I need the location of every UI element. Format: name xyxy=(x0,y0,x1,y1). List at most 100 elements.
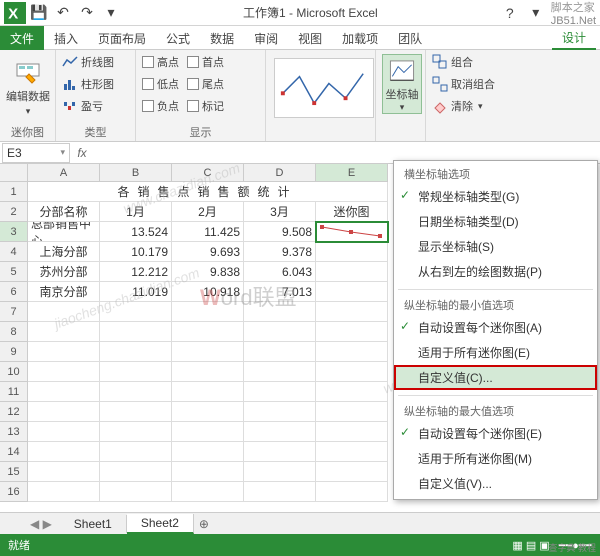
cell[interactable] xyxy=(100,402,172,422)
menu-item-max-all[interactable]: 适用于所有迷你图(M) xyxy=(394,446,597,471)
cell[interactable] xyxy=(100,422,172,442)
cell[interactable]: 2月 xyxy=(172,202,244,222)
row-header[interactable]: 13 xyxy=(0,422,28,442)
select-all-corner[interactable] xyxy=(0,164,28,182)
cell[interactable] xyxy=(100,442,172,462)
cell[interactable]: 7.013 xyxy=(244,282,316,302)
row-header[interactable]: 7 xyxy=(0,302,28,322)
help-icon[interactable]: ? xyxy=(499,2,521,24)
cell[interactable] xyxy=(172,442,244,462)
excel-icon[interactable]: X xyxy=(4,2,26,24)
cell[interactable]: 11.019 xyxy=(100,282,172,302)
sparkline-winloss-button[interactable]: 盈亏 xyxy=(62,96,129,116)
cell[interactable] xyxy=(28,422,100,442)
cell[interactable] xyxy=(172,362,244,382)
cell[interactable] xyxy=(100,482,172,502)
row-header[interactable]: 3 xyxy=(0,222,28,242)
sheet-nav-icon[interactable]: ◀ ▶ xyxy=(30,517,52,531)
low-point-checkbox[interactable]: 低点 xyxy=(142,74,179,94)
col-header[interactable]: E xyxy=(316,164,388,182)
cell[interactable] xyxy=(244,342,316,362)
add-sheet-button[interactable]: ⊕ xyxy=(194,517,214,531)
menu-item-axis-date[interactable]: 日期坐标轴类型(D) xyxy=(394,209,597,234)
cell[interactable] xyxy=(172,402,244,422)
row-header[interactable]: 8 xyxy=(0,322,28,342)
tab-design[interactable]: 设计 xyxy=(552,26,596,50)
cell[interactable] xyxy=(316,262,388,282)
cell[interactable] xyxy=(28,322,100,342)
cell[interactable]: 1月 xyxy=(100,202,172,222)
tab-file[interactable]: 文件 xyxy=(0,26,44,50)
col-header[interactable]: D xyxy=(244,164,316,182)
ribbon-options-icon[interactable]: ▾ xyxy=(525,2,547,24)
cell[interactable]: 6.043 xyxy=(244,262,316,282)
cell[interactable] xyxy=(100,322,172,342)
cell[interactable]: 3月 xyxy=(244,202,316,222)
cell[interactable]: 9.508 xyxy=(244,222,316,242)
row-header[interactable]: 6 xyxy=(0,282,28,302)
cell[interactable]: 南京分部 xyxy=(28,282,100,302)
tab-insert[interactable]: 插入 xyxy=(44,26,88,50)
cell[interactable] xyxy=(316,462,388,482)
sparkline-column-button[interactable]: 柱形图 xyxy=(62,74,129,94)
cell[interactable]: 各销售点销售额统计 xyxy=(28,182,388,202)
cell[interactable] xyxy=(28,302,100,322)
menu-item-axis-general[interactable]: ✓常规坐标轴类型(G) xyxy=(394,184,597,209)
row-header[interactable]: 16 xyxy=(0,482,28,502)
sheet-tab[interactable]: Sheet1 xyxy=(60,515,127,533)
cell[interactable] xyxy=(244,442,316,462)
cell[interactable] xyxy=(100,462,172,482)
tab-data[interactable]: 数据 xyxy=(200,26,244,50)
cell[interactable] xyxy=(28,462,100,482)
cell[interactable] xyxy=(316,442,388,462)
cell[interactable] xyxy=(316,422,388,442)
cell[interactable] xyxy=(244,362,316,382)
cell[interactable] xyxy=(244,462,316,482)
cell[interactable] xyxy=(172,302,244,322)
cell[interactable] xyxy=(316,482,388,502)
clear-button[interactable]: 清除▾ xyxy=(432,96,510,116)
tab-view[interactable]: 视图 xyxy=(288,26,332,50)
cell[interactable] xyxy=(316,242,388,262)
tab-team[interactable]: 团队 xyxy=(388,26,432,50)
name-box[interactable]: E3▾ xyxy=(2,143,70,163)
cell[interactable] xyxy=(316,282,388,302)
menu-item-rtl-plot[interactable]: 从右到左的绘图数据(P) xyxy=(394,259,597,284)
cell[interactable]: 上海分部 xyxy=(28,242,100,262)
markers-checkbox[interactable]: 标记 xyxy=(187,96,224,116)
cell[interactable] xyxy=(28,342,100,362)
row-header[interactable]: 1 xyxy=(0,182,28,202)
row-header[interactable]: 11 xyxy=(0,382,28,402)
ungroup-button[interactable]: 取消组合 xyxy=(432,74,510,94)
col-header[interactable]: C xyxy=(172,164,244,182)
cell[interactable]: 9.693 xyxy=(172,242,244,262)
last-point-checkbox[interactable]: 尾点 xyxy=(187,74,224,94)
cell[interactable] xyxy=(244,422,316,442)
edit-data-button[interactable]: 编辑数据 ▾ xyxy=(6,52,50,124)
tab-pagelayout[interactable]: 页面布局 xyxy=(88,26,156,50)
menu-item-min-custom[interactable]: 自定义值(C)... xyxy=(394,365,597,390)
row-header[interactable]: 2 xyxy=(0,202,28,222)
cell[interactable]: 迷你图 xyxy=(316,202,388,222)
cell[interactable] xyxy=(316,342,388,362)
cell[interactable] xyxy=(316,362,388,382)
cell[interactable] xyxy=(172,422,244,442)
cell[interactable] xyxy=(316,322,388,342)
sparkline-line-button[interactable]: 折线图 xyxy=(62,52,129,72)
cell[interactable]: 11.425 xyxy=(172,222,244,242)
cell[interactable] xyxy=(172,462,244,482)
col-header[interactable]: B xyxy=(100,164,172,182)
cell[interactable] xyxy=(100,362,172,382)
first-point-checkbox[interactable]: 首点 xyxy=(187,52,224,72)
cell[interactable]: 分部名称 xyxy=(28,202,100,222)
cell[interactable] xyxy=(172,322,244,342)
cell[interactable] xyxy=(28,482,100,502)
cell[interactable] xyxy=(172,482,244,502)
tab-review[interactable]: 审阅 xyxy=(244,26,288,50)
menu-item-min-auto[interactable]: ✓自动设置每个迷你图(A) xyxy=(394,315,597,340)
cell[interactable] xyxy=(316,402,388,422)
redo-icon[interactable]: ↷ xyxy=(76,2,98,24)
cell[interactable] xyxy=(28,442,100,462)
cell[interactable]: 总部销售中心 xyxy=(28,222,100,242)
sheet-tab[interactable]: Sheet2 xyxy=(127,514,194,534)
